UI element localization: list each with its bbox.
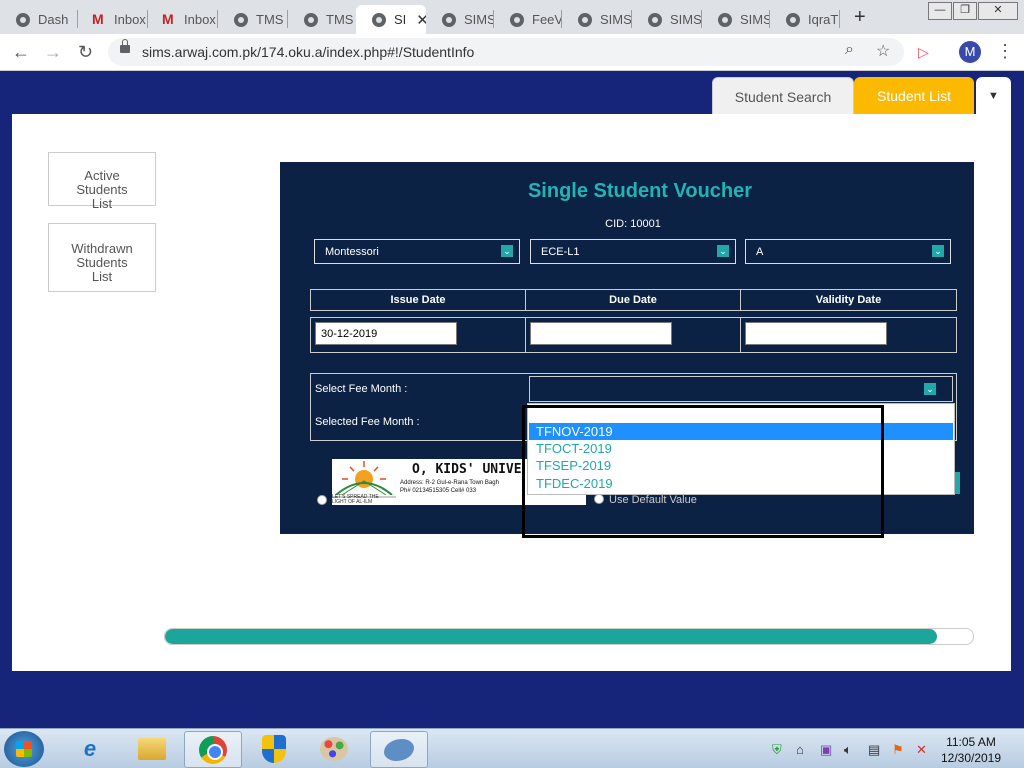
chevron-down-icon: ⌄: [717, 245, 729, 257]
extension-icon[interactable]: ▷: [918, 44, 929, 61]
browser-tab[interactable]: M Inbox: [78, 5, 148, 34]
security-shield-icon[interactable]: [246, 731, 302, 766]
browser-tab[interactable]: M Inbox: [148, 5, 218, 34]
forward-arrow-icon[interactable]: →: [44, 42, 62, 63]
tab-student-list[interactable]: Student List: [854, 77, 974, 114]
internet-explorer-icon[interactable]: e: [62, 731, 118, 766]
reload-icon[interactable]: ↻: [78, 42, 93, 63]
validity-date-cell: [740, 317, 957, 353]
globe-icon: [718, 12, 732, 27]
browser-tab-strip: Dash M Inbox M Inbox TMS TMS SI ✕ SIMS FeeV…: [0, 0, 1024, 34]
no-network-tray-icon[interactable]: ✕: [916, 742, 927, 758]
globe-icon: [786, 12, 800, 27]
browser-tab[interactable]: SIMS: [702, 5, 770, 34]
app-tray-icon[interactable]: ▣: [820, 742, 832, 758]
windows-taskbar: e ⛨ ⌂ ▣ 🔈︎ ▤ ⚑ ✕ 11:05 AM 12/30/2019: [0, 728, 1024, 768]
progress-bar-fill: [165, 629, 937, 644]
globe-icon: [234, 12, 248, 27]
due-date-header: Due Date: [525, 289, 741, 311]
school-tagline: LET'S SPREAD THE LIGHT OF AL-ILM: [332, 494, 379, 505]
shield-check-tray-icon[interactable]: ⛨: [772, 742, 782, 758]
section-select[interactable]: A ⌄: [745, 239, 951, 264]
browser-tab[interactable]: Dash: [0, 5, 78, 34]
system-clock[interactable]: 11:05 AM 12/30/2019: [936, 734, 1006, 766]
due-date-cell: [525, 317, 741, 353]
kebab-menu-icon[interactable]: ⋮: [996, 41, 1014, 62]
issue-date-input[interactable]: 30-12-2019: [315, 322, 457, 345]
globe-icon: [648, 12, 662, 27]
bookmark-star-icon[interactable]: ☆: [876, 41, 890, 61]
main-content: Active Students List Withdrawn Students …: [12, 114, 1011, 671]
sidebar-item-withdrawn-students[interactable]: Withdrawn Students List: [48, 223, 156, 292]
volume-tray-icon[interactable]: 🔈︎: [844, 742, 852, 758]
selected-fee-month-label: Selected Fee Month :: [315, 416, 420, 428]
chrome-icon[interactable]: [184, 731, 242, 768]
flag-tray-icon[interactable]: ⚑: [892, 742, 904, 758]
browser-tab-active[interactable]: SI ✕: [356, 5, 426, 34]
sidebar-item-active-students[interactable]: Active Students List: [48, 152, 156, 211]
progress-bar: [164, 628, 974, 645]
globe-icon: [510, 12, 524, 27]
browser-tab[interactable]: IqraT: [770, 5, 840, 34]
select-fee-month-label: Select Fee Month :: [315, 383, 408, 395]
validity-date-input[interactable]: [745, 322, 887, 345]
chevron-down-icon: ⌄: [501, 245, 513, 257]
globe-icon: [372, 12, 386, 27]
browser-tab[interactable]: TMS: [288, 5, 356, 34]
tab-student-search[interactable]: Student Search: [712, 77, 854, 115]
voucher-title: Single Student Voucher: [527, 180, 753, 202]
school-name: O, KIDS' UNIVE: [412, 462, 522, 477]
lock-icon: [120, 39, 130, 53]
globe-icon: [442, 12, 456, 27]
close-window-icon[interactable]: ✕: [978, 2, 1018, 20]
profile-avatar[interactable]: M: [959, 41, 981, 63]
paint-icon[interactable]: [306, 731, 362, 766]
url-omnibox[interactable]: sims.arwaj.com.pk/174.oku.a/index.php#!/…: [108, 38, 904, 66]
fee-month-select[interactable]: ⌄: [529, 376, 953, 402]
gmail-icon: M: [92, 11, 104, 27]
minimize-window-icon[interactable]: —: [928, 2, 952, 20]
validity-date-header: Validity Date: [740, 289, 957, 311]
issue-date-cell: 30-12-2019: [310, 317, 526, 353]
tabs-more-chevron-icon[interactable]: ▼: [976, 77, 1011, 114]
browser-tab[interactable]: SIMS: [632, 5, 702, 34]
school-address: Address: R-2 Gul-e-Rana Town Bagh Ph# 021…: [400, 480, 499, 494]
cid-label: CID: 10001: [605, 218, 661, 230]
globe-icon: [16, 12, 30, 27]
dolphin-app-icon[interactable]: [370, 731, 428, 768]
chevron-down-icon: ⌄: [932, 245, 944, 257]
back-arrow-icon[interactable]: ←: [12, 42, 30, 63]
class-select[interactable]: ECE-L1 ⌄: [530, 239, 736, 264]
gmail-icon: M: [162, 11, 174, 27]
file-explorer-icon[interactable]: [124, 731, 180, 766]
due-date-input[interactable]: [530, 322, 672, 345]
tab-divider: [839, 10, 840, 28]
issue-date-header: Issue Date: [310, 289, 526, 311]
program-select[interactable]: Montessori ⌄: [314, 239, 520, 264]
browser-tab[interactable]: SIMS: [562, 5, 632, 34]
globe-icon: [578, 12, 592, 27]
logo-radio[interactable]: [317, 495, 327, 505]
close-tab-icon[interactable]: ✕: [416, 11, 426, 29]
usb-tray-icon[interactable]: ⌂: [796, 742, 804, 757]
network-tray-icon[interactable]: ▤: [868, 742, 880, 758]
chevron-down-icon: ⌄: [924, 383, 936, 395]
browser-tab[interactable]: TMS: [218, 5, 288, 34]
globe-icon: [304, 12, 318, 27]
annotation-highlight-box: [522, 405, 884, 538]
start-button[interactable]: [4, 731, 44, 767]
browser-tab[interactable]: SIMS: [426, 5, 494, 34]
zoom-icon[interactable]: ⌕: [845, 41, 854, 59]
browser-tab[interactable]: FeeV: [494, 5, 562, 34]
restore-window-icon[interactable]: ❐: [953, 2, 977, 20]
new-tab-plus-icon[interactable]: +: [854, 6, 866, 29]
address-bar-row: ← → ↻ sims.arwaj.com.pk/174.oku.a/index.…: [0, 34, 1024, 71]
url-text[interactable]: sims.arwaj.com.pk/174.oku.a/index.php#!/…: [142, 44, 474, 60]
